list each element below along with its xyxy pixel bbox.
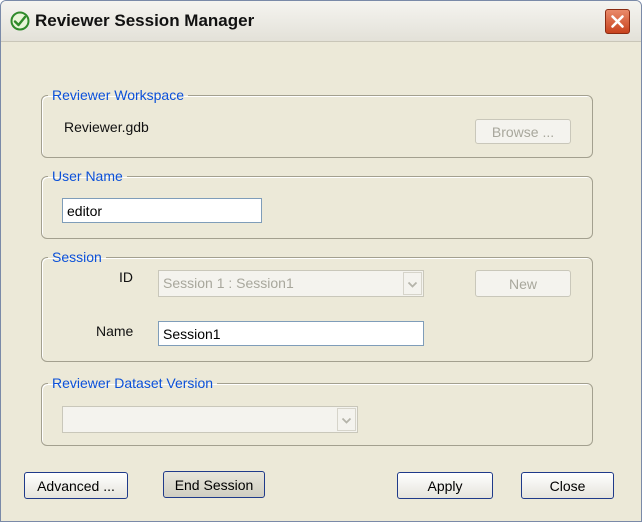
- window-title: Reviewer Session Manager: [35, 11, 255, 30]
- chevron-down-icon: [341, 417, 352, 424]
- new-session-button[interactable]: New: [475, 270, 571, 297]
- session-name-label: Name: [96, 323, 134, 339]
- dataset-version-dropdown-button[interactable]: [337, 408, 356, 431]
- dialog-window: Reviewer Session Manager Reviewer Worksp…: [0, 0, 642, 522]
- session-id-value: Session 1 : Session1: [163, 275, 294, 291]
- close-window-button[interactable]: [605, 9, 630, 34]
- user-name-legend: User Name: [52, 168, 123, 184]
- close-icon: [611, 15, 624, 28]
- session-name-input[interactable]: [158, 321, 424, 346]
- close-button[interactable]: Close: [521, 472, 614, 499]
- chevron-down-icon: [407, 281, 418, 288]
- session-id-dropdown-button[interactable]: [403, 272, 422, 295]
- session-id-select[interactable]: Session 1 : Session1: [158, 270, 424, 297]
- dataset-version-select[interactable]: [62, 406, 358, 433]
- user-name-input[interactable]: [62, 198, 262, 223]
- session-legend: Session: [52, 249, 102, 265]
- dialog-body: Reviewer Workspace Reviewer.gdb Browse .…: [1, 42, 641, 521]
- end-session-button[interactable]: End Session: [163, 471, 265, 498]
- workspace-legend: Reviewer Workspace: [52, 87, 185, 103]
- apply-button[interactable]: Apply: [397, 472, 493, 499]
- session-id-label: ID: [119, 269, 133, 285]
- advanced-button[interactable]: Advanced ...: [24, 472, 128, 499]
- title-bar[interactable]: Reviewer Session Manager: [1, 1, 641, 42]
- browse-button[interactable]: Browse ...: [475, 119, 571, 144]
- workspace-path: Reviewer.gdb: [64, 119, 149, 135]
- check-circle-icon: [10, 11, 30, 31]
- dataset-version-legend: Reviewer Dataset Version: [52, 375, 214, 391]
